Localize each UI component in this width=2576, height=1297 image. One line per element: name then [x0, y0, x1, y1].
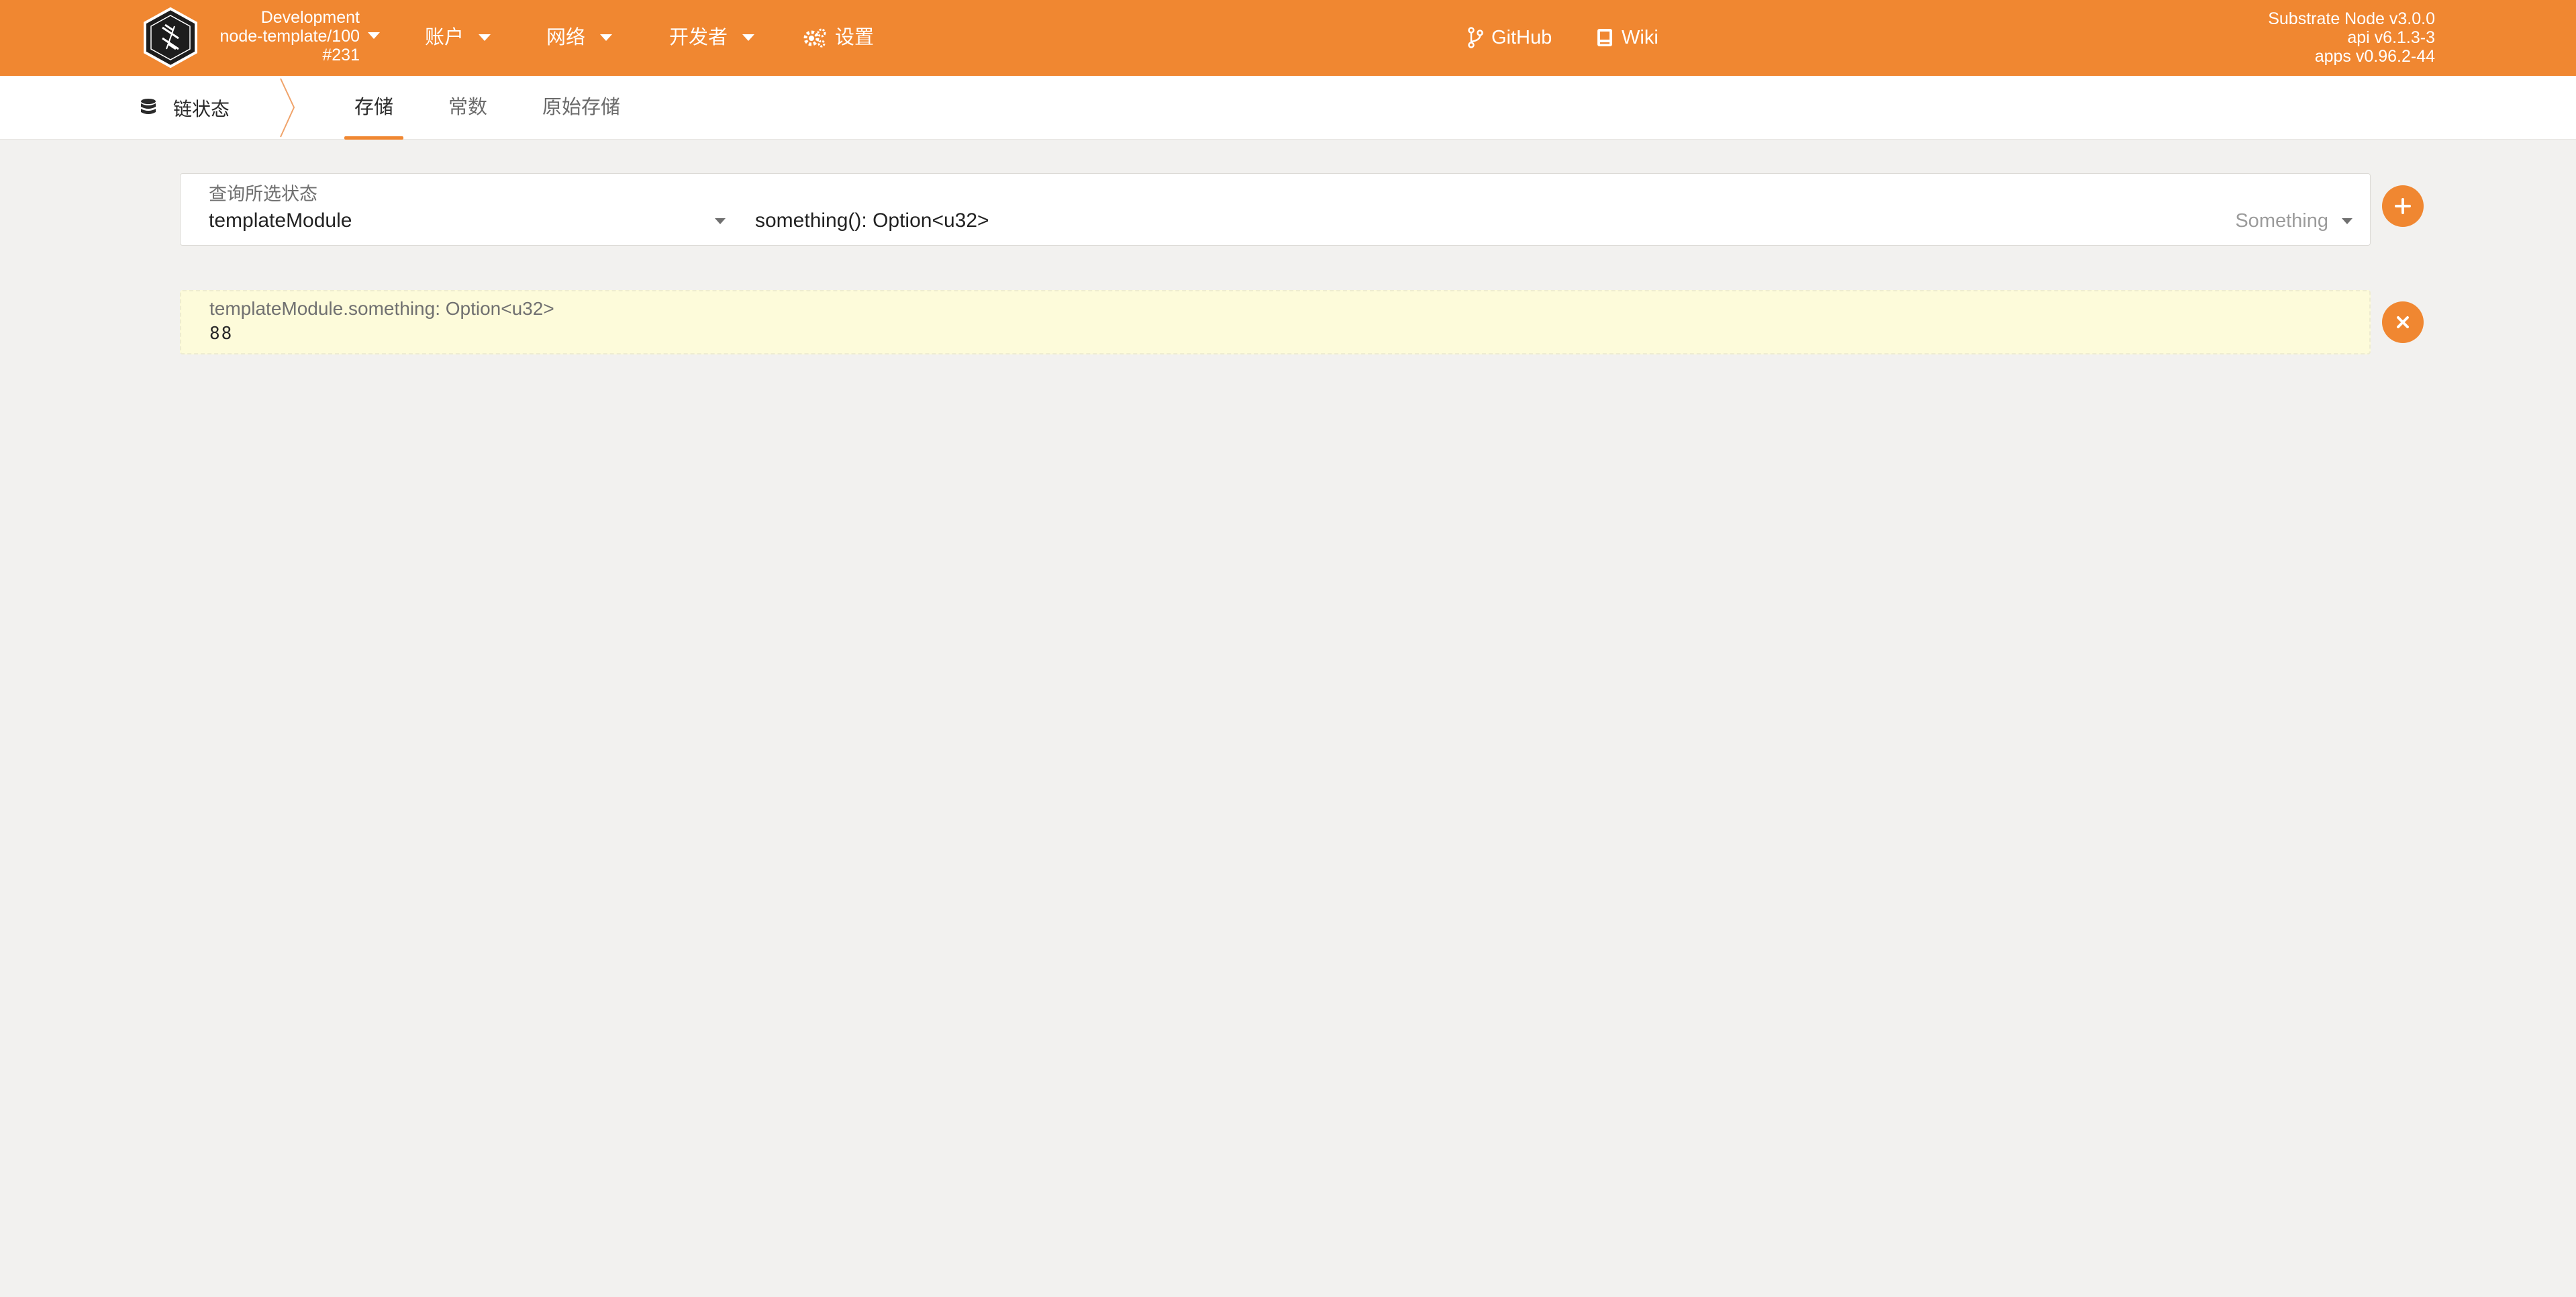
wiki-link[interactable]: Wiki	[1596, 24, 1658, 51]
method-hint: Something	[2235, 210, 2328, 232]
close-icon	[2397, 316, 2409, 328]
method-dropdown-value: something(): Option<u32>	[755, 209, 989, 232]
chevron-down-icon	[742, 34, 755, 41]
query-label: 查询所选状态	[209, 184, 317, 204]
tab-constants[interactable]: 常数	[448, 76, 487, 140]
api-version: api v6.1.3-3	[2347, 28, 2435, 47]
plus-icon	[2395, 198, 2411, 214]
tab-storage[interactable]: 存储	[354, 76, 393, 140]
github-label: GitHub	[1491, 27, 1552, 48]
nav-settings[interactable]: 设置	[803, 24, 874, 51]
nav-network-label: 网络	[546, 27, 586, 48]
active-tab-indicator	[344, 136, 403, 140]
result-value: 88	[209, 324, 234, 344]
nav-settings-label: 设置	[835, 27, 875, 48]
query-result: templateModule.something: Option<u32> 88	[180, 290, 2371, 354]
add-query-button[interactable]	[2382, 185, 2424, 227]
nav-network[interactable]: 网络	[546, 24, 613, 51]
chevron-down-icon	[479, 34, 491, 41]
chevron-down-icon	[715, 218, 726, 224]
chain-runtime: node-template/100	[219, 27, 360, 46]
breadcrumb-separator-icon	[280, 78, 295, 138]
result-label: templateModule.something: Option<u32>	[209, 298, 554, 319]
database-icon	[141, 98, 156, 114]
module-dropdown-value: templateModule	[209, 209, 352, 232]
chevron-down-icon	[600, 34, 613, 41]
github-link[interactable]: GitHub	[1467, 24, 1552, 51]
remove-result-button[interactable]	[2382, 301, 2424, 343]
nav-developer-label: 开发者	[669, 27, 728, 48]
module-dropdown[interactable]: templateModule	[209, 207, 726, 234]
section-title-label: 链状态	[173, 98, 230, 119]
chain-block: #231	[322, 46, 360, 64]
chevron-down-icon	[2342, 218, 2352, 224]
apps-version: apps v0.96.2-44	[2314, 47, 2435, 66]
nav-accounts[interactable]: 账户	[425, 24, 491, 51]
chevron-down-icon[interactable]	[368, 32, 380, 39]
storage-query-form: 查询所选状态 templateModule something(): Optio…	[180, 173, 2371, 246]
node-version: Substrate Node v3.0.0	[2268, 9, 2435, 28]
version-info: Substrate Node v3.0.0 api v6.1.3-3 apps …	[2268, 9, 2435, 66]
nav-accounts-label: 账户	[425, 27, 464, 48]
tab-raw-storage[interactable]: 原始存储	[542, 76, 620, 140]
substrate-logo-icon[interactable]	[142, 7, 199, 68]
git-branch-icon	[1468, 27, 1483, 48]
wiki-label: Wiki	[1622, 27, 1658, 48]
nav-developer[interactable]: 开发者	[669, 24, 755, 51]
method-dropdown[interactable]: something(): Option<u32> Something	[755, 207, 2352, 234]
gears-icon	[803, 28, 826, 48]
tab-bar: 链状态 存储 常数 原始存储	[0, 76, 2576, 140]
chain-name: Development	[260, 8, 360, 27]
chain-selector[interactable]: Development node-template/100 #231	[201, 8, 360, 64]
section-title: 链状态	[140, 76, 230, 140]
book-icon	[1597, 29, 1612, 46]
top-navbar: Development node-template/100 #231 账户 网络…	[0, 0, 2576, 76]
